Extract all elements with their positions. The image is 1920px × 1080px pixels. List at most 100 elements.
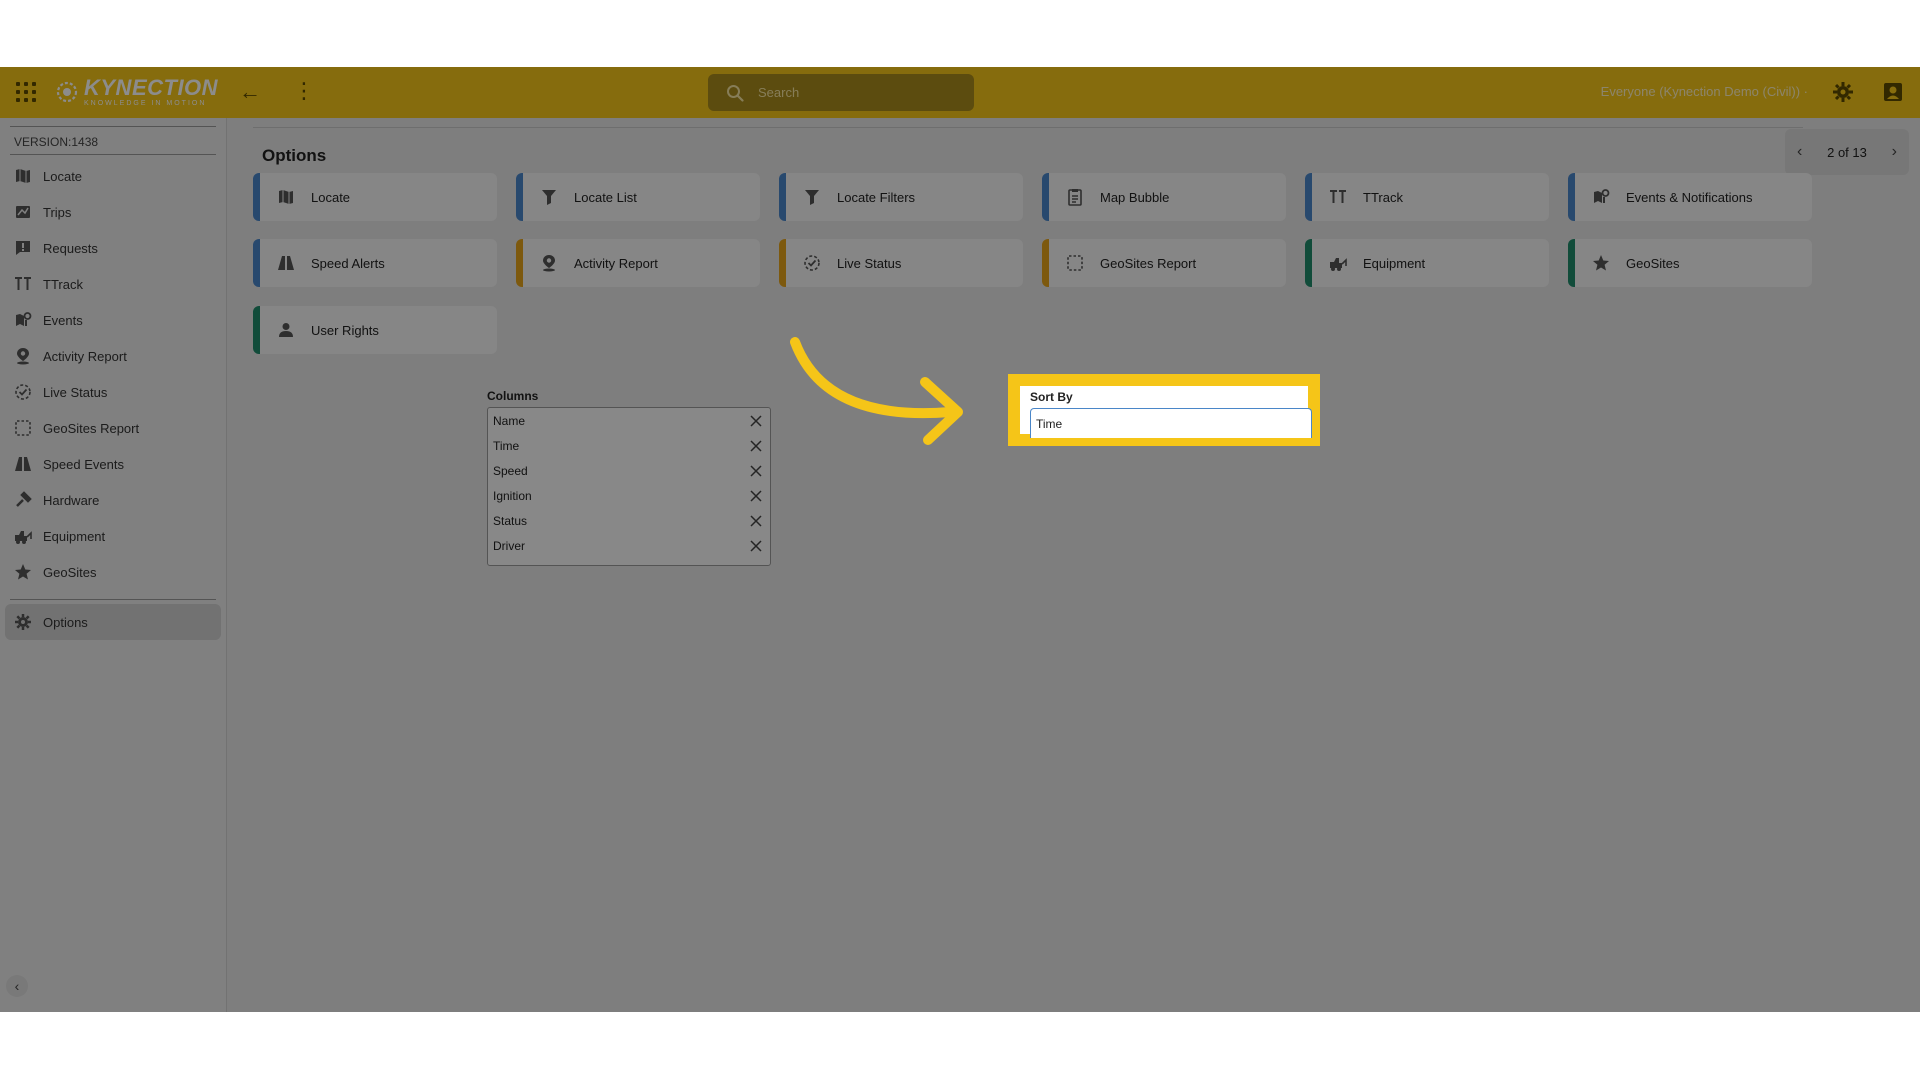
- map-icon: [279, 190, 293, 204]
- tile-activity-report[interactable]: Activity Report: [516, 239, 760, 287]
- sidebar-item-label: GeoSites: [43, 564, 97, 580]
- logo[interactable]: KYNECTION KNOWLEDGE IN MOTION: [56, 77, 218, 107]
- page-title: Options: [262, 146, 327, 165]
- filter-icon: [542, 190, 556, 205]
- gear-icon[interactable]: [1832, 81, 1854, 103]
- tile-ttrack[interactable]: TTrack: [1305, 173, 1549, 221]
- star-icon: [1593, 255, 1609, 271]
- tile-label: Equipment: [1363, 255, 1426, 271]
- column-name: Speed: [493, 463, 528, 478]
- apps-grid-icon[interactable]: [16, 82, 36, 102]
- chevron-left-icon[interactable]: ‹: [1797, 143, 1802, 161]
- more-vertical-icon[interactable]: ⋮: [292, 80, 316, 104]
- map-icon: [16, 169, 30, 183]
- list-item: Ignition: [488, 483, 770, 508]
- account-selector[interactable]: Everyone (Kynection Demo (Civil)) ·: [1601, 84, 1808, 99]
- collapse-sidebar-button[interactable]: ‹: [6, 975, 28, 997]
- close-icon[interactable]: [750, 514, 762, 527]
- tile-events-notifications[interactable]: Events & Notifications: [1568, 173, 1812, 221]
- sidebar-nav: Locate Trips Requests TTrack Events Acti…: [0, 158, 226, 590]
- version-label: VERSION:1438: [14, 135, 99, 149]
- sidebar-item-events[interactable]: Events: [0, 302, 226, 338]
- account-box-icon[interactable]: [1882, 81, 1904, 103]
- live-status-icon: [15, 384, 31, 400]
- column-name: Time: [493, 438, 520, 453]
- road-icon: [278, 256, 294, 270]
- close-icon[interactable]: [750, 489, 762, 502]
- sidebar-item-geosites[interactable]: GeoSites: [0, 554, 226, 590]
- sidebar-item-live-status[interactable]: Live Status: [0, 374, 226, 410]
- divider: [10, 126, 216, 127]
- events-icon: [1594, 189, 1610, 203]
- tile-label: Events & Notifications: [1626, 189, 1753, 205]
- sidebar-item-speed-events[interactable]: Speed Events: [0, 446, 226, 482]
- sidebar-item-activity-report[interactable]: Activity Report: [0, 338, 226, 374]
- sidebar-item-locate[interactable]: Locate: [0, 158, 226, 194]
- tile-speed-alerts[interactable]: Speed Alerts: [253, 239, 497, 287]
- list-item: Status: [488, 508, 770, 533]
- road-icon: [15, 457, 31, 471]
- list-item: Speed: [488, 458, 770, 483]
- tile-user-rights[interactable]: User Rights: [253, 306, 497, 354]
- dashed-square-icon: [15, 420, 31, 436]
- tile-label: Activity Report: [574, 255, 658, 271]
- close-icon[interactable]: [750, 439, 762, 452]
- equipment-icon: [15, 531, 32, 544]
- tile-label: TTrack: [1363, 189, 1403, 205]
- sidebar-item-label: Hardware: [43, 492, 100, 508]
- sort-by-select[interactable]: Time: [1030, 408, 1312, 438]
- star-icon: [15, 564, 31, 580]
- person-icon: [279, 323, 293, 337]
- sort-by-highlight: Sort By Time: [1008, 374, 1320, 446]
- tile-label: GeoSites Report: [1100, 255, 1197, 271]
- tile-locate-filters[interactable]: Locate Filters: [779, 173, 1023, 221]
- divider: [10, 154, 216, 155]
- trips-icon: [16, 206, 30, 218]
- tile-geosites-report[interactable]: GeoSites Report: [1042, 239, 1286, 287]
- sidebar-item-trips[interactable]: Trips: [0, 194, 226, 230]
- filter-icon: [805, 190, 819, 205]
- sidebar-item-ttrack[interactable]: TTrack: [0, 266, 226, 302]
- tile-equipment[interactable]: Equipment: [1305, 239, 1549, 287]
- chevron-right-icon[interactable]: ›: [1892, 143, 1897, 161]
- sidebar-item-label: TTrack: [43, 276, 83, 292]
- app: KYNECTION KNOWLEDGE IN MOTION ← ⋮ Everyo…: [0, 67, 1920, 1012]
- tile-label: Locate List: [574, 189, 637, 205]
- close-icon[interactable]: [750, 464, 762, 477]
- sidebar-item-hardware[interactable]: Hardware: [0, 482, 226, 518]
- sidebar-item-label: Equipment: [43, 528, 106, 544]
- list-item: Driver: [488, 533, 770, 558]
- sidebar-item-label: Events: [43, 312, 83, 328]
- divider: [253, 127, 1803, 128]
- search-input[interactable]: [756, 84, 960, 101]
- tile-locate[interactable]: Locate: [253, 173, 497, 221]
- pager-label: 2 of 13: [1827, 144, 1867, 160]
- list-item: Time: [488, 433, 770, 458]
- close-icon[interactable]: [750, 539, 762, 552]
- sidebar: VERSION:1438 Locate Trips Requests TTrac…: [0, 118, 227, 1012]
- location-pin-icon: [543, 255, 555, 272]
- back-arrow-icon[interactable]: ←: [238, 80, 262, 104]
- tile-label: GeoSites: [1626, 255, 1680, 271]
- sidebar-item-label: Speed Events: [43, 456, 124, 472]
- sidebar-item-label: Activity Report: [43, 348, 127, 364]
- live-status-icon: [804, 255, 820, 271]
- sidebar-item-requests[interactable]: Requests: [0, 230, 226, 266]
- tile-label: Locate Filters: [837, 189, 916, 205]
- events-icon: [16, 312, 32, 326]
- search-icon: [727, 84, 744, 102]
- sidebar-item-label: Locate: [43, 168, 83, 184]
- tile-locate-list[interactable]: Locate List: [516, 173, 760, 221]
- list-item: Name: [488, 408, 770, 433]
- sidebar-item-geosites-report[interactable]: GeoSites Report: [0, 410, 226, 446]
- tile-geosites[interactable]: GeoSites: [1568, 239, 1812, 287]
- sidebar-item-options[interactable]: Options: [5, 604, 221, 640]
- close-icon[interactable]: [750, 414, 762, 427]
- tile-live-status[interactable]: Live Status: [779, 239, 1023, 287]
- logo-tagline: KNOWLEDGE IN MOTION: [84, 100, 207, 107]
- sort-by-value: Time: [1036, 416, 1063, 431]
- tile-label: User Rights: [311, 322, 379, 338]
- sidebar-item-label: GeoSites Report: [43, 420, 140, 436]
- sidebar-item-equipment[interactable]: Equipment: [0, 518, 226, 554]
- tile-map-bubble[interactable]: Map Bubble: [1042, 173, 1286, 221]
